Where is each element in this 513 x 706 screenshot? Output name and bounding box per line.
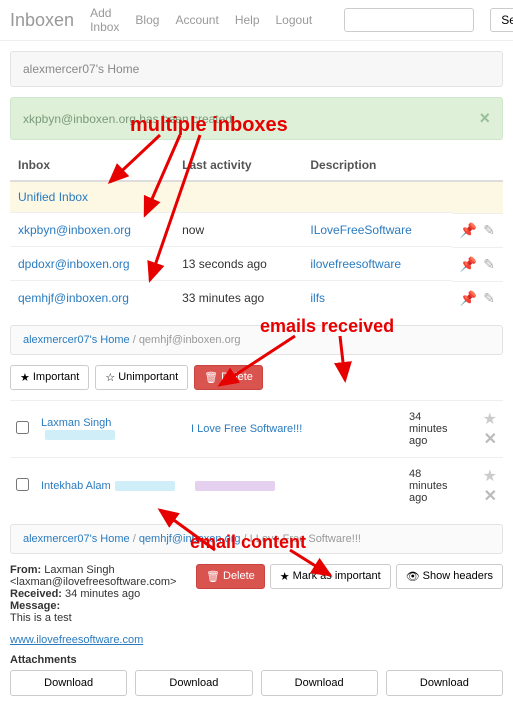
th-desc: Description [302, 150, 451, 181]
page-title: alexmercer07's Home [10, 51, 503, 87]
attachments-label: Attachments [10, 654, 503, 666]
edit-icon[interactable]: ✎ [483, 290, 495, 307]
list-item: Intekhab Alam 48 minutes ago ★ ✕ [10, 457, 503, 514]
edit-icon[interactable]: ✎ [483, 222, 495, 239]
crumb-home[interactable]: alexmercer07's Home [23, 533, 130, 545]
delete-icon[interactable]: ✕ [484, 488, 497, 505]
delete-icon[interactable]: ✕ [484, 431, 497, 448]
alert-text: xkpbyn@inboxen.org has been created. [23, 112, 235, 126]
email-time: 48 minutes ago [403, 457, 463, 514]
inbox-link[interactable]: xkpbyn@inboxen.org [18, 223, 131, 237]
pin-icon[interactable]: 📌 [460, 290, 477, 307]
top-nav: Inboxen Add Inbox Blog Account Help Logo… [0, 0, 513, 41]
download-button[interactable]: Download [386, 670, 503, 696]
crumb-home[interactable]: alexmercer07's Home [23, 334, 130, 346]
email-checkbox[interactable] [16, 478, 29, 491]
list-item: Laxman Singh I Love Free Software!!! 34 … [10, 400, 503, 457]
crumb-inbox: qemhjf@inboxen.org [139, 334, 241, 346]
desc-link[interactable]: ilfs [310, 291, 325, 305]
email-checkbox[interactable] [16, 421, 29, 434]
inbox-link[interactable]: qemhjf@inboxen.org [18, 291, 129, 305]
star-icon[interactable]: ★ [483, 411, 497, 428]
nav-help[interactable]: Help [235, 13, 260, 27]
msg-body: This is a test [10, 612, 188, 624]
table-row: xkpbyn@inboxen.org now ILoveFreeSoftware… [10, 213, 503, 247]
email-toolbar: ★ Important ☆ Unimportant 🗑 Delete [10, 365, 503, 390]
unified-inbox-link[interactable]: Unified Inbox [18, 190, 88, 204]
unimportant-button[interactable]: ☆ Unimportant [95, 365, 188, 390]
msg-received: 34 minutes ago [65, 588, 140, 600]
show-headers-button[interactable]: 👁 Show headers [396, 564, 503, 589]
th-activity: Last activity [174, 150, 302, 181]
activity-cell: now [174, 213, 302, 247]
search-button[interactable]: Search [490, 8, 513, 32]
pin-icon[interactable]: 📌 [460, 222, 477, 239]
inbox-table: Inbox Last activity Description Unified … [10, 150, 503, 315]
breadcrumb: alexmercer07's Home / qemhjf@inboxen.org [10, 325, 503, 355]
activity-cell: 13 seconds ago [174, 247, 302, 281]
msg-url[interactable]: www.ilovefreesoftware.com [10, 634, 143, 646]
downloads-row: Download Download Download Download [10, 670, 503, 696]
download-button[interactable]: Download [135, 670, 252, 696]
pin-icon[interactable]: 📌 [460, 256, 477, 273]
mark-important-button[interactable]: ★ Mark as important [270, 564, 391, 589]
close-icon[interactable]: × [479, 108, 490, 129]
activity-cell: 33 minutes ago [174, 281, 302, 315]
edit-icon[interactable]: ✎ [483, 256, 495, 273]
crumb-subject: I Love Free Software!!! [250, 533, 361, 545]
email-time: 34 minutes ago [403, 400, 463, 457]
email-list: Laxman Singh I Love Free Software!!! 34 … [10, 400, 503, 514]
email-subject[interactable]: I Love Free Software!!! [191, 423, 302, 435]
nav-add-inbox[interactable]: Add Inbox [90, 6, 119, 34]
breadcrumb: alexmercer07's Home / qemhjf@inboxen.org… [10, 524, 503, 554]
search-input[interactable] [344, 8, 474, 32]
nav-blog[interactable]: Blog [135, 13, 159, 27]
message-header: From: Laxman Singh <laxman@ilovefreesoft… [10, 564, 503, 624]
star-icon[interactable]: ★ [483, 468, 497, 485]
desc-link[interactable]: ILoveFreeSoftware [310, 223, 411, 237]
th-inbox: Inbox [10, 150, 174, 181]
table-row: dpdoxr@inboxen.org 13 seconds ago ilovef… [10, 247, 503, 281]
download-button[interactable]: Download [10, 670, 127, 696]
delete-button[interactable]: 🗑 Delete [196, 564, 265, 589]
crumb-inbox[interactable]: qemhjf@inboxen.org [139, 533, 241, 545]
brand: Inboxen [10, 10, 74, 31]
delete-button[interactable]: 🗑 Delete [194, 365, 263, 390]
download-button[interactable]: Download [261, 670, 378, 696]
alert-success: xkpbyn@inboxen.org has been created. × [10, 97, 503, 140]
inbox-link[interactable]: dpdoxr@inboxen.org [18, 257, 130, 271]
nav-logout[interactable]: Logout [276, 13, 313, 27]
nav-account[interactable]: Account [175, 13, 218, 27]
table-row: qemhjf@inboxen.org 33 minutes ago ilfs 📌… [10, 281, 503, 315]
desc-link[interactable]: ilovefreesoftware [310, 257, 401, 271]
email-from[interactable]: Intekhab Alam [41, 480, 111, 492]
important-button[interactable]: ★ Important [10, 365, 89, 390]
email-from[interactable]: Laxman Singh [41, 417, 111, 429]
